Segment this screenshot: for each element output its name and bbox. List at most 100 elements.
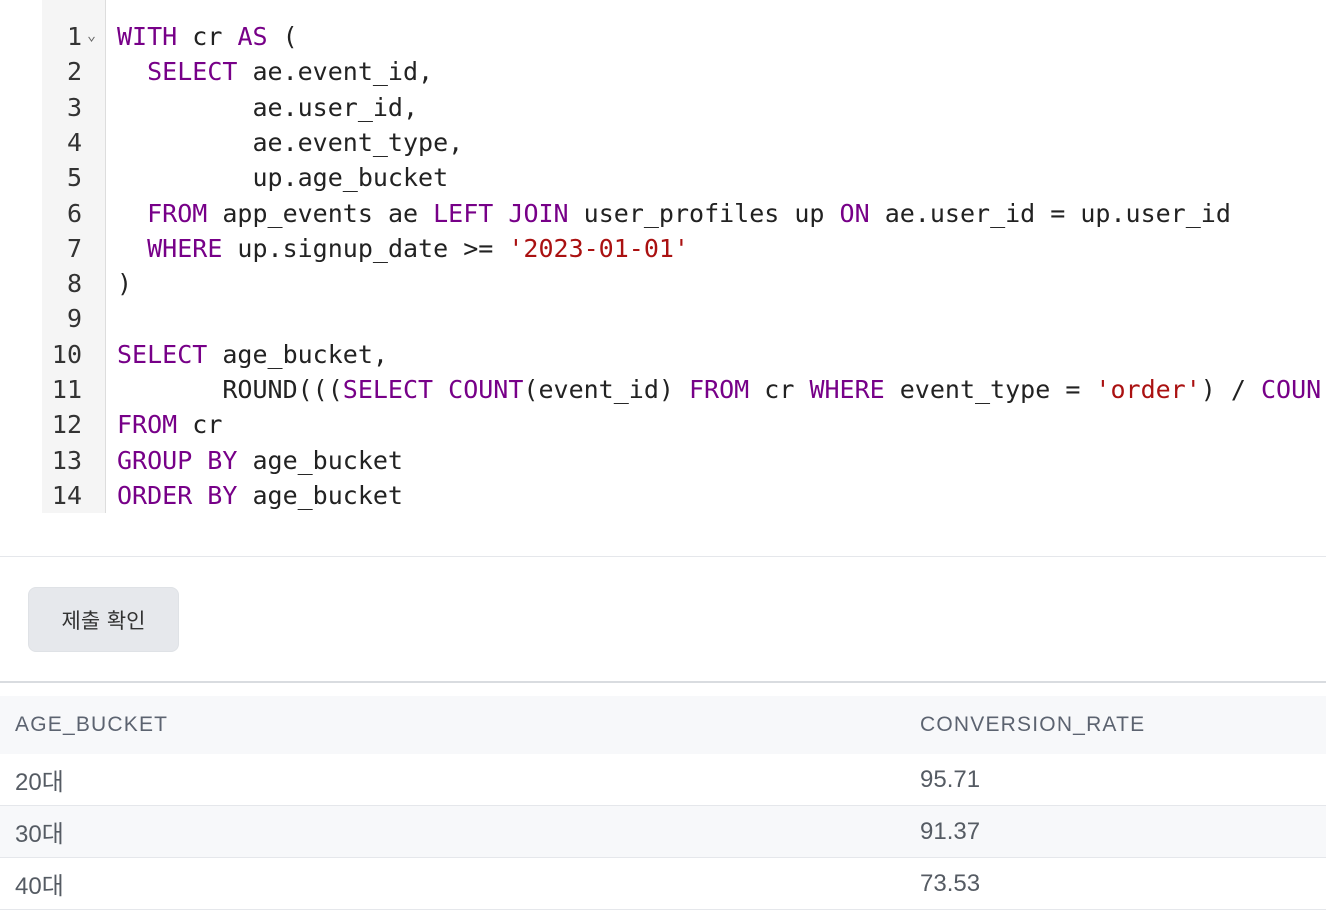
sql-token: ae.user_id = up.user_id	[869, 198, 1231, 228]
age-bucket-cell: 20대	[15, 769, 64, 796]
line-number: 3	[66, 92, 82, 122]
sql-token: cr	[177, 22, 238, 51]
line-number: 6	[66, 198, 82, 228]
sql-keyword: SELECT	[147, 57, 238, 87]
table-header-row: AGE_BUCKET CONVERSION_RATE	[0, 696, 1326, 754]
sql-token: cr	[749, 375, 810, 404]
sql-keyword: AS	[237, 22, 268, 51]
sql-token: ae.user_id,	[117, 92, 419, 122]
line-number: 13	[51, 445, 82, 475]
table-row: 40대 73.53	[0, 858, 1326, 910]
sql-token: age_bucket	[237, 480, 403, 510]
sql-token: age_bucket,	[207, 339, 388, 369]
line-number: 8	[66, 269, 82, 299]
conversion-rate-cell: 73.53	[920, 869, 981, 897]
code-text: WITH cr AS (	[117, 19, 298, 54]
code-line[interactable]: 9	[0, 301, 1326, 336]
sql-keyword: FROM	[117, 410, 178, 440]
editor-divider	[0, 556, 1326, 557]
sql-keyword: COUNT	[448, 375, 524, 404]
sql-token: ) /	[1200, 375, 1261, 404]
code-text: ae.user_id,	[117, 90, 418, 125]
sql-keyword: ORDER BY	[117, 480, 238, 510]
age-bucket-cell: 40대	[15, 873, 64, 900]
code-text: up.age_bucket	[117, 160, 448, 195]
line-number: 10	[51, 339, 82, 369]
table-row: 30대 91.37	[0, 806, 1326, 858]
results-table: AGE_BUCKET CONVERSION_RATE 20대 95.71 30대…	[0, 696, 1326, 910]
sql-token: ae.event_id,	[237, 57, 434, 87]
sql-token: event_type =	[884, 375, 1096, 404]
code-text: SELECT ae.event_id,	[117, 54, 433, 89]
code-text: FROM cr	[117, 407, 222, 442]
code-line[interactable]: 5 up.age_bucket	[0, 160, 1326, 195]
sql-keyword: FROM	[147, 198, 208, 228]
sql-keyword: ON	[839, 198, 870, 228]
sql-keyword: WHERE	[147, 233, 223, 263]
line-number: 1	[66, 22, 82, 51]
sql-token: app_events ae	[207, 198, 434, 228]
line-number: 5	[66, 163, 82, 193]
sql-token: ae.event_type,	[117, 127, 464, 157]
code-text: ROUND(((SELECT COUNT(event_id) FROM cr W…	[117, 372, 1321, 407]
age-bucket-cell: 30대	[15, 821, 64, 848]
results-divider	[0, 681, 1326, 683]
sql-keyword: COUN	[1261, 375, 1322, 404]
code-line[interactable]: 2 SELECT ae.event_id,	[0, 54, 1326, 89]
sql-keyword: WHERE	[809, 375, 885, 404]
code-line[interactable]: 12 FROM cr	[0, 407, 1326, 442]
code-line[interactable]: 8)	[0, 266, 1326, 301]
conversion-rate-cell: 91.37	[920, 817, 981, 845]
code-text: FROM app_events ae LEFT JOIN user_profil…	[117, 196, 1231, 231]
sql-editor[interactable]: 1 ⌄ WITH cr AS (2 SELECT ae.event_id, 3 ae.…	[0, 0, 1326, 540]
code-line[interactable]: 11 ROUND(((SELECT COUNT(event_id) FROM c…	[0, 372, 1326, 407]
conversion-rate-cell: 95.71	[920, 765, 981, 793]
code-text: WHERE up.signup_date >= '2023-01-01'	[117, 231, 689, 266]
sql-token: cr	[177, 410, 223, 440]
code-line[interactable]: 10 SELECT age_bucket,	[0, 337, 1326, 372]
submit-check-button[interactable]: 제출 확인	[28, 587, 179, 652]
sql-token: (event_id)	[523, 375, 689, 404]
sql-keyword: JOIN	[508, 198, 569, 228]
code-line[interactable]: 7 WHERE up.signup_date >= '2023-01-01'	[0, 231, 1326, 266]
line-number: 2	[66, 57, 82, 87]
sql-keyword: GROUP BY	[117, 445, 238, 475]
sql-token: (	[267, 22, 298, 51]
sql-keyword: LEFT	[433, 198, 494, 228]
fold-chevron-icon[interactable]: ⌄	[87, 18, 96, 53]
line-number: 9	[66, 304, 82, 334]
sql-keyword: WITH	[117, 22, 178, 51]
sql-string: '2023-01-01'	[508, 233, 689, 263]
code-line[interactable]: 6 FROM app_events ae LEFT JOIN user_prof…	[0, 196, 1326, 231]
code-text: GROUP BY age_bucket	[117, 443, 403, 478]
code-text: ae.event_type,	[117, 125, 463, 160]
sql-keyword: FROM	[689, 375, 750, 404]
line-number: 14	[51, 480, 82, 510]
sql-token: ROUND(((	[117, 375, 343, 404]
line-number: 12	[51, 410, 82, 440]
code-text: SELECT age_bucket,	[117, 337, 388, 372]
line-number: 4	[66, 127, 82, 157]
sql-token: user_profiles up	[568, 198, 840, 228]
code-line[interactable]: 3 ae.user_id,	[0, 90, 1326, 125]
sql-token: up.age_bucket	[117, 163, 449, 193]
sql-token: age_bucket	[237, 445, 403, 475]
code-text: )	[117, 266, 132, 301]
code-line[interactable]: 4 ae.event_type,	[0, 125, 1326, 160]
table-row: 20대 95.71	[0, 754, 1326, 806]
column-header-age-bucket: AGE_BUCKET	[15, 713, 169, 736]
code-line[interactable]: 13 GROUP BY age_bucket	[0, 443, 1326, 478]
sql-keyword: SELECT	[117, 339, 208, 369]
code-line[interactable]: 14 ORDER BY age_bucket	[0, 478, 1326, 513]
sql-string: 'order'	[1095, 375, 1201, 404]
column-header-conversion-rate: CONVERSION_RATE	[920, 713, 1146, 736]
sql-token: )	[117, 269, 133, 299]
line-number: 11	[51, 375, 82, 404]
code-text: ORDER BY age_bucket	[117, 478, 403, 513]
sql-keyword: SELECT	[342, 375, 434, 404]
code-line[interactable]: 1 ⌄ WITH cr AS (	[0, 19, 1326, 54]
